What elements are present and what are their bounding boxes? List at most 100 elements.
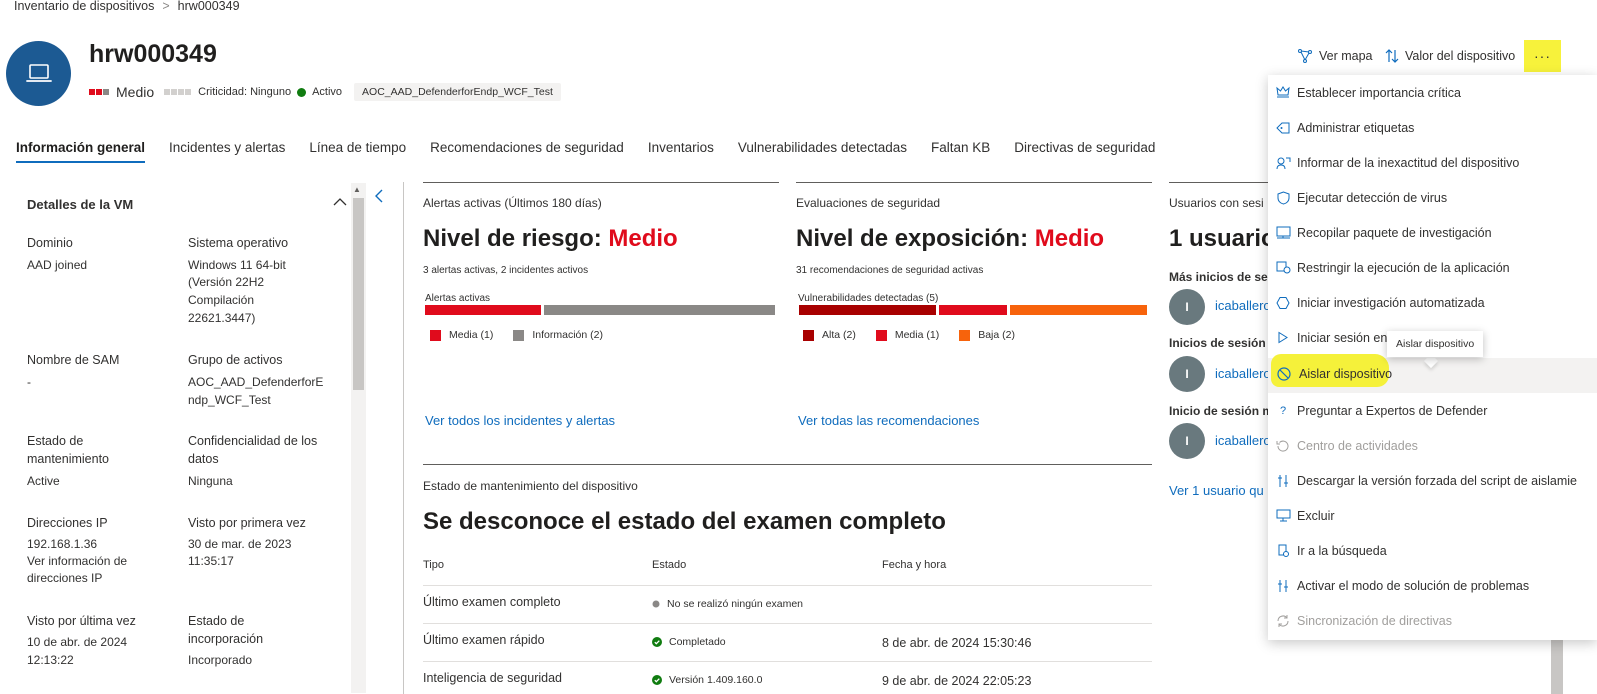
script-icon [1277, 474, 1288, 487]
device-value-button[interactable]: Valor del dispositivo [1385, 48, 1515, 64]
history-icon [1276, 440, 1289, 452]
asset-group-value-2: ndp_WCF_Test [188, 393, 271, 407]
security-card-topline [796, 182, 1152, 183]
first-seen-label: Visto por primera vez [188, 516, 306, 530]
exposure-level-prefix: Nivel de exposición: [796, 225, 1035, 252]
view-users-link[interactable]: Ver 1 usuario qu [1169, 483, 1264, 498]
alerts-bar-info [544, 305, 775, 315]
health-state-value: Active [27, 474, 60, 488]
tab-vulnerabilities[interactable]: Vulnerabilidades detectadas [738, 140, 907, 163]
breadcrumb-separator: > [162, 0, 170, 13]
alerts-card-topline [423, 182, 779, 183]
tab-incidents-alerts[interactable]: Incidentes y alertas [169, 140, 285, 163]
os-value-1: Windows 11 64-bit [188, 258, 286, 272]
breadcrumb-current: hrw000349 [177, 0, 240, 13]
page-scroll-thumb[interactable] [1551, 640, 1563, 694]
tab-overview[interactable]: Información general [16, 140, 146, 163]
chevron-left-icon [375, 189, 383, 203]
sort-arrows-icon [1385, 49, 1399, 63]
tag-icon [1275, 122, 1289, 133]
device-tag[interactable]: AOC_AAD_DefenderforEndp_WCF_Test [354, 83, 561, 101]
tab-missing-kbs[interactable]: Faltan KB [931, 140, 990, 163]
risk-level-bars [89, 86, 110, 98]
device-value-label: Valor del dispositivo [1405, 49, 1516, 63]
ip-info-link-2[interactable]: direcciones IP [27, 569, 102, 587]
collapse-section-button[interactable] [333, 196, 347, 211]
isolate-device-label-row[interactable]: Aislar dispositivo [1269, 367, 1392, 381]
restrict-app-icon [1276, 261, 1290, 274]
asset-group-label: Grupo de activos [188, 353, 283, 367]
scroll-up-arrow-icon[interactable]: ▲ [353, 185, 361, 194]
wrench-icon [1277, 579, 1288, 592]
menu-item-run-antivirus-scan[interactable]: Ejecutar detección de virus [1268, 180, 1597, 215]
domain-label: Dominio [27, 236, 73, 250]
menu-item-collect-package[interactable]: Recopilar paquete de investigación [1268, 215, 1597, 250]
tab-security-policies[interactable]: Directivas de seguridad [1014, 140, 1155, 163]
last-seen-label: Visto por última vez [27, 614, 136, 628]
user-link[interactable]: icaballero [1215, 366, 1271, 381]
person-feedback-icon [1276, 157, 1290, 169]
menu-item-troubleshoot-mode[interactable]: Activar el modo de solución de problemas [1268, 568, 1597, 603]
table-divider [423, 623, 1152, 624]
user-link[interactable]: icaballero [1215, 433, 1271, 448]
legend-item-high: Alta (2) [803, 329, 856, 341]
alerts-summary: 3 alertas activas, 2 incidentes activos [423, 265, 589, 276]
col-date-header[interactable]: Fecha y hora [882, 559, 946, 571]
menu-item-report-inaccuracy[interactable]: Informar de la inexactitud del dispositi… [1268, 145, 1597, 180]
menu-item-exclude[interactable]: Excluir [1268, 498, 1597, 533]
health-section-topline [423, 464, 1152, 465]
sam-value: - [27, 375, 31, 389]
tab-inventories[interactable]: Inventarios [648, 140, 714, 163]
map-icon [1298, 49, 1312, 63]
col-status-header[interactable]: Estado [652, 559, 686, 571]
risk-level-title: Nivel de riesgo: Medio [423, 225, 678, 253]
first-seen-time: 11:35:17 [188, 554, 234, 568]
menu-item-action-center[interactable]: Centro de actividades [1268, 428, 1597, 463]
menu-item-go-to-hunt[interactable]: Ir a la búsqueda [1268, 533, 1597, 568]
view-all-recommendations-link[interactable]: Ver todas las recomendaciones [798, 413, 979, 428]
domain-value: AAD joined [27, 258, 88, 272]
vulnerabilities-legend: Alta (2) Media (1) Baja (2) [803, 329, 1015, 341]
user-avatar: I [1169, 289, 1205, 325]
tab-timeline[interactable]: Línea de tiempo [309, 140, 406, 163]
monitor-exclude-icon [1276, 509, 1290, 522]
last-logon-label: Inicio de sesión m [1169, 404, 1274, 418]
menu-item-ask-defender-experts[interactable]: ? Preguntar a Expertos de Defender [1268, 393, 1597, 428]
tab-security-recommendations[interactable]: Recomendaciones de seguridad [430, 140, 624, 163]
view-map-button[interactable]: Ver mapa [1297, 48, 1373, 64]
more-actions-button[interactable]: ··· [1524, 40, 1561, 72]
menu-item-restrict-app-execution[interactable]: Restringir la ejecución de la aplicación [1268, 250, 1597, 285]
users-card-topline [1169, 182, 1269, 183]
health-header: Estado de mantenimiento del dispositivo [423, 479, 638, 493]
exposure-level-value: Medio [1034, 225, 1105, 252]
user-link[interactable]: icaballero [1215, 298, 1271, 313]
ip-info-link-1[interactable]: Ver información de [27, 552, 127, 570]
left-panel-scroll-thumb[interactable] [353, 198, 364, 390]
view-all-incidents-link[interactable]: Ver todos los incidentes y alertas [425, 413, 615, 428]
menu-item-policy-sync[interactable]: Sincronización de directivas [1268, 603, 1597, 638]
last-seen-date: 10 de abr. de 2024 [27, 635, 128, 649]
vuln-bar-medium [939, 305, 1007, 315]
col-type-header[interactable]: Tipo [423, 559, 444, 571]
legend-item-info: Información (2) [513, 329, 603, 341]
user-avatar: I [1169, 356, 1205, 392]
os-value-4: 22621.3447) [188, 311, 256, 325]
status-dot-icon [297, 87, 307, 97]
menu-item-automated-investigation[interactable]: Iniciar investigación automatizada [1268, 285, 1597, 320]
menu-item-manage-tags[interactable]: Administrar etiquetas [1268, 110, 1597, 145]
block-icon [1277, 367, 1291, 381]
alerts-bar-medium [425, 305, 541, 315]
menu-item-download-isolation-script[interactable]: Descargar la versión forzada del script … [1268, 463, 1597, 498]
menu-item-set-criticality[interactable]: Establecer importancia crítica [1268, 75, 1597, 110]
chevron-up-icon [333, 198, 347, 206]
row-status-quick-scan: Completado [652, 636, 726, 648]
table-divider [423, 585, 1152, 586]
laptop-icon [25, 63, 52, 82]
risk-level-prefix: Nivel de riesgo: [423, 225, 609, 252]
active-alerts-bar-label: Alertas activas [425, 293, 491, 304]
collapse-panel-button[interactable] [374, 188, 384, 209]
row-type-security-intelligence: Inteligencia de seguridad [423, 671, 562, 685]
breadcrumb-root[interactable]: Inventario de dispositivos [14, 0, 154, 13]
os-value-3: Compilación [188, 293, 255, 307]
data-sensitivity-value: Ninguna [188, 474, 233, 488]
